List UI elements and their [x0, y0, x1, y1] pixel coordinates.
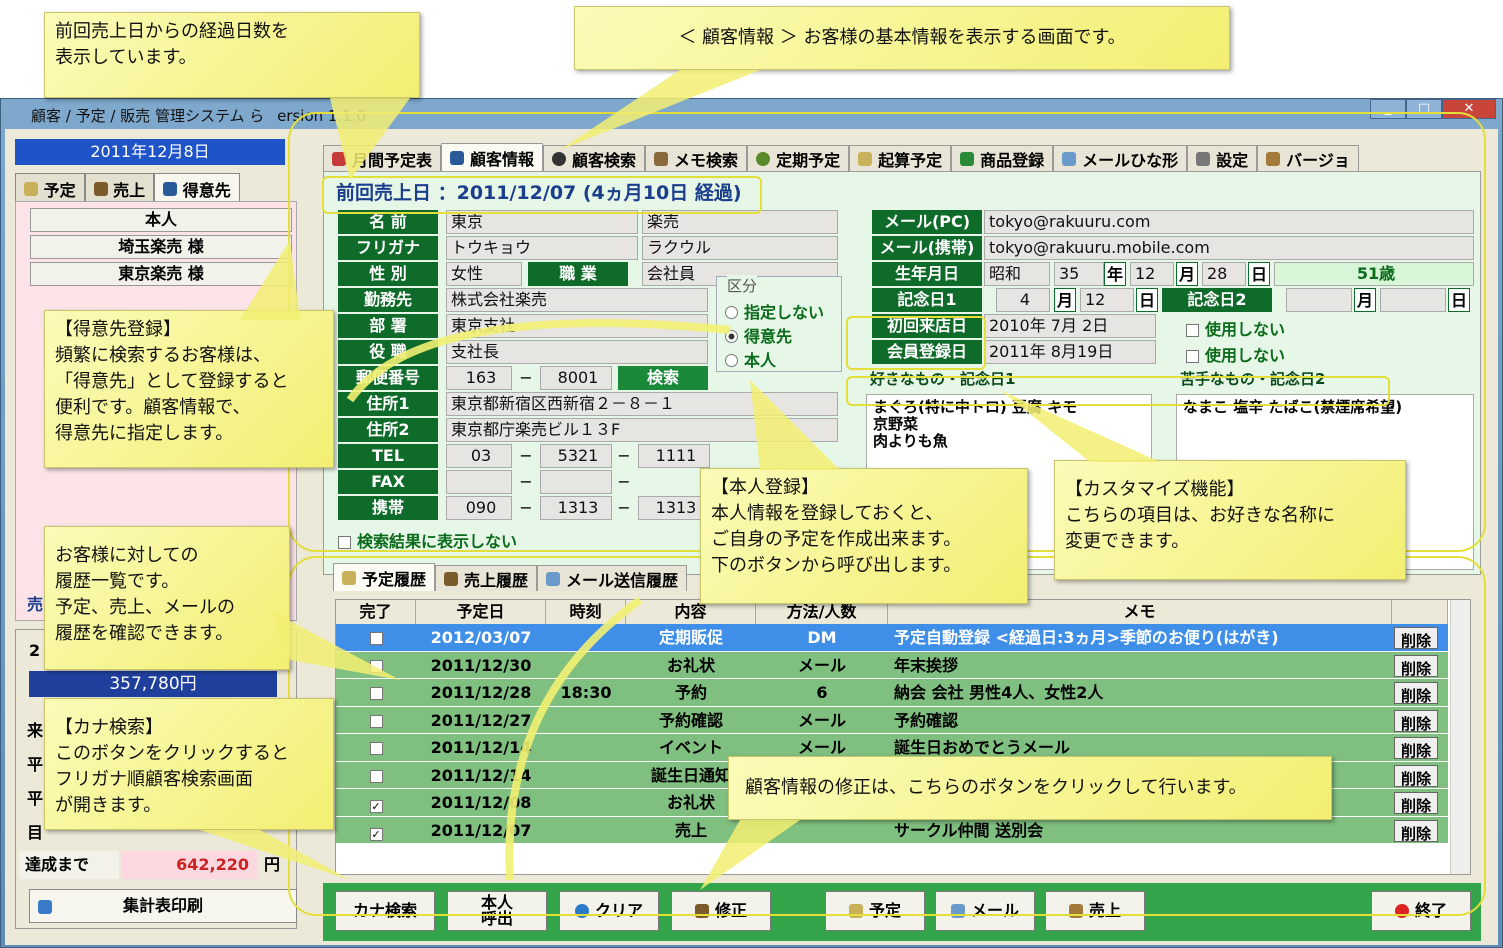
side-label: 2	[29, 641, 41, 660]
target-remaining-value: 642,220	[121, 851, 257, 879]
callout-kana: 【カナ検索】 このボタンをクリックすると フリガナ順顧客検索画面 が開きます。	[44, 698, 334, 830]
callout-customize: 【カスタマイズ機能】 こちらの項目は、お好きな名称に 変更できます。	[1054, 460, 1406, 580]
print-summary-button[interactable]: 集計表印刷	[29, 889, 297, 923]
callout-elapsed: 前回売上日からの経過日数を 表示しています。	[44, 12, 420, 98]
side-label: 来	[27, 721, 44, 740]
clock-icon	[24, 182, 38, 196]
customer-button[interactable]: 東京楽売 様	[30, 262, 292, 286]
customer-self-button[interactable]: 本人	[30, 208, 292, 232]
left-tabs: 予定 売上 得意先	[15, 173, 240, 201]
left-tab-label: 予定	[43, 181, 76, 200]
callout-history: お客様に対しての 履歴一覧です。 予定、売上、メールの 履歴を確認できます。	[44, 526, 290, 670]
target-remaining-unit: 円	[263, 855, 280, 874]
left-tab-favorites[interactable]: 得意先	[154, 173, 240, 201]
people-icon	[163, 182, 178, 196]
customer-button[interactable]: 埼玉楽売 様	[30, 235, 292, 259]
window-title: 顧客 / 予定 / 販売 管理システム ら	[31, 107, 265, 125]
highlight-last-sale	[322, 176, 762, 214]
highlight-dates	[846, 316, 986, 370]
left-tab-plan[interactable]: 予定	[15, 173, 85, 201]
print-summary-label: 集計表印刷	[122, 896, 203, 915]
sales-amount: 357,780円	[29, 671, 277, 697]
callout-screen-title: ＜ 顧客情報 ＞ お客様の基本情報を表示する画面です。	[574, 6, 1230, 70]
callout-self-register: 【本人登録】 本人情報を登録しておくと、 ご自身の予定を作成出来ます。 下のボタ…	[700, 468, 1028, 604]
chart-icon	[38, 900, 52, 914]
callout-favorites: 【得意先登録】 頻繁に検索するお客様は、 「得意先」として登録すると 便利です。…	[44, 310, 334, 468]
left-tab-label: 売上	[113, 181, 146, 200]
highlight-custom-labels	[846, 376, 1390, 406]
left-tab-label: 得意先	[182, 181, 231, 200]
current-date: 2011年12月8日	[15, 139, 285, 165]
left-tab-sales[interactable]: 売上	[84, 173, 155, 201]
callout-edit: 顧客情報の修正は、こちらのボタンをクリックして行います。	[728, 756, 1332, 820]
side-label: 平	[27, 789, 44, 808]
side-label: 目	[27, 823, 44, 842]
target-remaining-label: 達成まで	[19, 851, 119, 879]
side-label: 売	[27, 595, 44, 614]
money-bag-icon	[93, 182, 108, 196]
highlight-history	[288, 556, 1486, 916]
side-label: 平	[27, 755, 44, 774]
